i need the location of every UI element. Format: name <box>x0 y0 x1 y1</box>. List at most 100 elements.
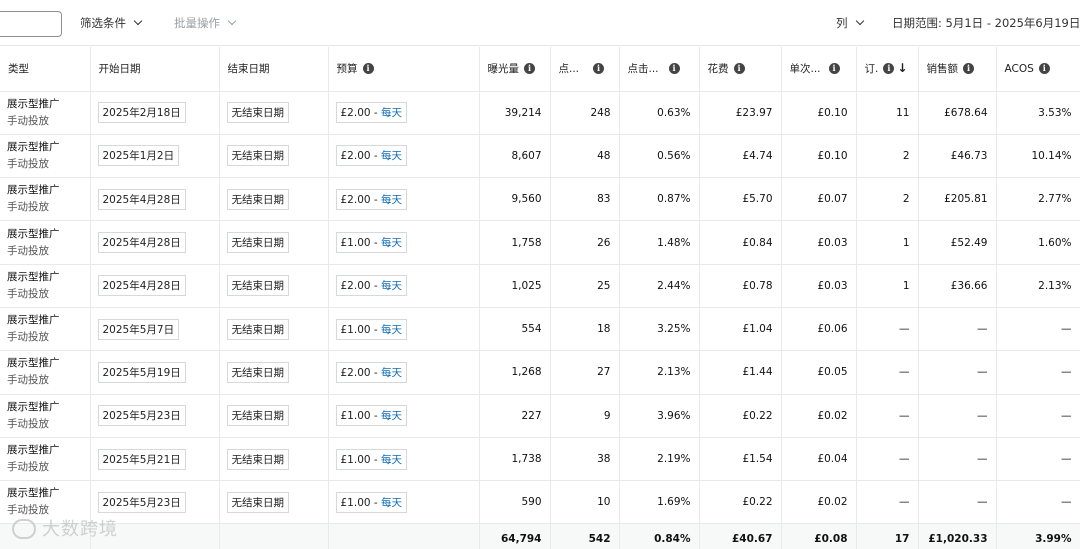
columns-dropdown[interactable]: 列 <box>836 14 864 32</box>
col-header-end-date[interactable]: 结束日期 <box>219 47 329 92</box>
end-date-field[interactable]: 无结束日期 <box>226 232 289 254</box>
budget-amount: £2.00 <box>340 280 371 293</box>
budget-field[interactable]: £1.00 - 每天 <box>335 232 408 254</box>
end-date-field[interactable]: 无结束日期 <box>226 405 289 427</box>
budget-field[interactable]: £1.00 - 每天 <box>335 491 408 513</box>
ad-type: 展示型推广 <box>7 270 60 283</box>
info-icon[interactable]: i <box>963 63 974 75</box>
col-header-impressions[interactable]: 曝光量 i <box>479 47 551 92</box>
info-icon[interactable]: i <box>1038 62 1050 74</box>
info-icon[interactable]: i <box>593 63 605 75</box>
start-date-cell: 2025年2月18日 <box>90 91 220 135</box>
orders-cell: — <box>856 307 919 352</box>
start-date-field[interactable]: 2025年5月23日 <box>97 491 186 513</box>
col-label: 订. <box>864 63 879 76</box>
table-row: 展示型推广 手动投放 2025年2月18日 无结束日期 £2.00 - 每天 39,214… <box>0 91 1080 135</box>
search-input[interactable] <box>0 11 62 37</box>
table-row: 展示型推广 手动投放 2025年4月28日 无结束日期 £2.00 - 每天 9,560 8… <box>0 177 1080 222</box>
col-header-orders[interactable]: 订. i ↓ <box>856 47 919 92</box>
end-date-field[interactable]: 无结束日期 <box>226 361 289 383</box>
col-header-budget[interactable]: 预算 i <box>328 47 480 92</box>
info-icon[interactable]: i <box>828 63 840 75</box>
budget-separator: - <box>370 453 382 466</box>
orders-cell: — <box>856 480 919 525</box>
col-label: 开始日期 <box>98 63 141 76</box>
end-date-field[interactable]: 无结束日期 <box>226 318 289 340</box>
col-header-cpc[interactable]: 单次... i <box>781 47 857 92</box>
date-range-picker[interactable]: 日期范围: 5月1日 - 2025年6月19日 <box>892 14 1080 32</box>
spend-cell: £0.22 <box>699 394 782 438</box>
end-date-cell: 无结束日期 <box>219 307 329 352</box>
col-label: 预算 <box>336 63 358 76</box>
ad-type: 展示型推广 <box>7 400 60 413</box>
budget-period: 每天 <box>381 237 403 250</box>
budget-field[interactable]: £2.00 - 每天 <box>335 275 408 297</box>
col-label: 点... <box>558 63 580 76</box>
sort-desc-icon[interactable]: ↓ <box>897 61 907 75</box>
budget-field[interactable]: £2.00 - 每天 <box>335 361 408 383</box>
budget-field[interactable]: £1.00 - 每天 <box>335 448 408 470</box>
start-date-field[interactable]: 2025年5月19日 <box>97 361 186 383</box>
start-date-field[interactable]: 2025年4月28日 <box>97 188 186 210</box>
end-date-cell: 无结束日期 <box>219 264 329 308</box>
budget-cell: £2.00 - 每天 <box>328 91 480 135</box>
chevron-down-icon <box>133 16 143 26</box>
col-header-sales[interactable]: 销售额 i <box>918 47 997 92</box>
clicks-cell: 48 <box>550 134 620 179</box>
type-cell: 展示型推广 手动投放 <box>0 134 91 179</box>
budget-cell: £2.00 - 每天 <box>328 264 480 308</box>
info-icon[interactable]: i <box>733 63 745 75</box>
start-date-field[interactable]: 2025年5月23日 <box>97 405 186 427</box>
start-date-field[interactable]: 2025年4月28日 <box>97 232 186 254</box>
budget-field[interactable]: £2.00 - 每天 <box>335 188 408 210</box>
start-date-field[interactable]: 2025年2月18日 <box>97 102 186 124</box>
ctr-cell: 0.87% <box>619 177 700 222</box>
budget-amount: £1.00 <box>340 237 371 250</box>
info-icon[interactable]: i <box>524 63 535 75</box>
table-row: 展示型推广 手动投放 2025年4月28日 无结束日期 £1.00 - 每天 1,758 2… <box>0 220 1080 265</box>
ad-type: 展示型推广 <box>7 487 60 500</box>
col-header-clicks[interactable]: 点... i <box>550 47 620 92</box>
start-date-field[interactable]: 2025年5月21日 <box>97 448 186 470</box>
total-impressions: 64,794 <box>479 523 551 549</box>
info-icon[interactable]: i <box>668 63 680 75</box>
info-icon[interactable]: i <box>362 63 374 75</box>
watermark-text: 大数跨境 <box>42 519 118 540</box>
start-date-field[interactable]: 2025年1月2日 <box>97 145 180 167</box>
end-date-field[interactable]: 无结束日期 <box>226 145 289 167</box>
type-cell: 展示型推广 手动投放 <box>0 350 91 395</box>
budget-field[interactable]: £1.00 - 每天 <box>335 318 408 340</box>
filter-dropdown[interactable]: 筛选条件 <box>80 14 143 32</box>
col-header-spend[interactable]: 花费 i <box>699 47 782 92</box>
budget-amount: £2.00 <box>340 107 371 120</box>
bulk-actions-dropdown[interactable]: 批量操作 <box>174 14 237 32</box>
budget-separator: - <box>370 366 382 379</box>
start-date-field[interactable]: 2025年4月28日 <box>97 275 186 297</box>
col-label: 单次... <box>789 63 821 76</box>
start-date-field[interactable]: 2025年5月7日 <box>97 318 180 340</box>
col-header-type[interactable]: 类型 <box>0 47 91 92</box>
budget-field[interactable]: £2.00 - 每天 <box>335 102 408 124</box>
impressions-cell: 9,560 <box>479 177 551 222</box>
budget-field[interactable]: £2.00 - 每天 <box>335 145 408 167</box>
col-header-ctr[interactable]: 点击... i <box>619 47 700 92</box>
col-header-acos[interactable]: ACOS i <box>996 47 1080 92</box>
budget-separator: - <box>370 323 382 336</box>
acos-cell: 2.13% <box>996 264 1080 308</box>
info-icon[interactable]: i <box>883 63 895 75</box>
orders-cell: 11 <box>856 91 919 135</box>
acos-cell: 10.14% <box>996 134 1080 179</box>
end-date-cell: 无结束日期 <box>219 437 329 482</box>
end-date-field[interactable]: 无结束日期 <box>226 448 289 470</box>
filter-label: 筛选条件 <box>80 16 126 30</box>
budget-field[interactable]: £1.00 - 每天 <box>335 405 408 427</box>
ctr-cell: 1.69% <box>619 480 700 525</box>
end-date-field[interactable]: 无结束日期 <box>226 188 289 210</box>
end-date-field[interactable]: 无结束日期 <box>226 491 289 513</box>
col-header-start-date[interactable]: 开始日期 <box>90 47 220 92</box>
total-acos: 3.99% <box>996 523 1080 549</box>
end-date-field[interactable]: 无结束日期 <box>226 275 289 297</box>
budget-separator: - <box>370 193 382 206</box>
end-date-field[interactable]: 无结束日期 <box>226 102 289 124</box>
watermark-logo-icon <box>12 519 36 539</box>
